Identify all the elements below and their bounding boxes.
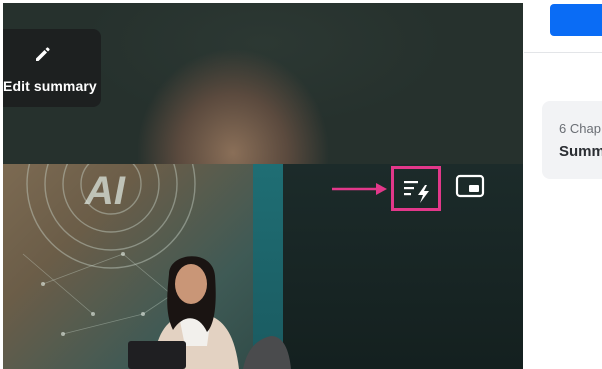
- list-lightning-icon: [404, 181, 429, 203]
- panel-divider: [524, 52, 602, 53]
- edit-summary-button[interactable]: Edit summary: [3, 29, 101, 107]
- presenter-figure: [128, 256, 291, 369]
- arrow-right-icon: [332, 183, 387, 195]
- ai-chapters-button[interactable]: [391, 166, 441, 211]
- app-root: Edit summary AI 6 Chap Summ: [0, 0, 602, 369]
- video-frame[interactable]: AI: [3, 164, 523, 369]
- pencil-icon: [36, 47, 50, 61]
- picture-in-picture-icon: [455, 174, 485, 198]
- primary-action-button[interactable]: [550, 4, 602, 36]
- picture-in-picture-button[interactable]: [453, 172, 487, 202]
- side-panel: 6 Chap Summ: [524, 0, 602, 369]
- edit-summary-label: Edit summary: [3, 78, 97, 94]
- chapters-card[interactable]: 6 Chap Summ: [542, 101, 602, 179]
- media-column: Edit summary AI: [3, 3, 523, 369]
- artwork-ai-text: AI: [84, 169, 126, 213]
- video-scene: AI: [22, 164, 291, 369]
- chapter-count: 6 Chap: [559, 121, 601, 136]
- chapter-card-title: Summ: [559, 143, 602, 160]
